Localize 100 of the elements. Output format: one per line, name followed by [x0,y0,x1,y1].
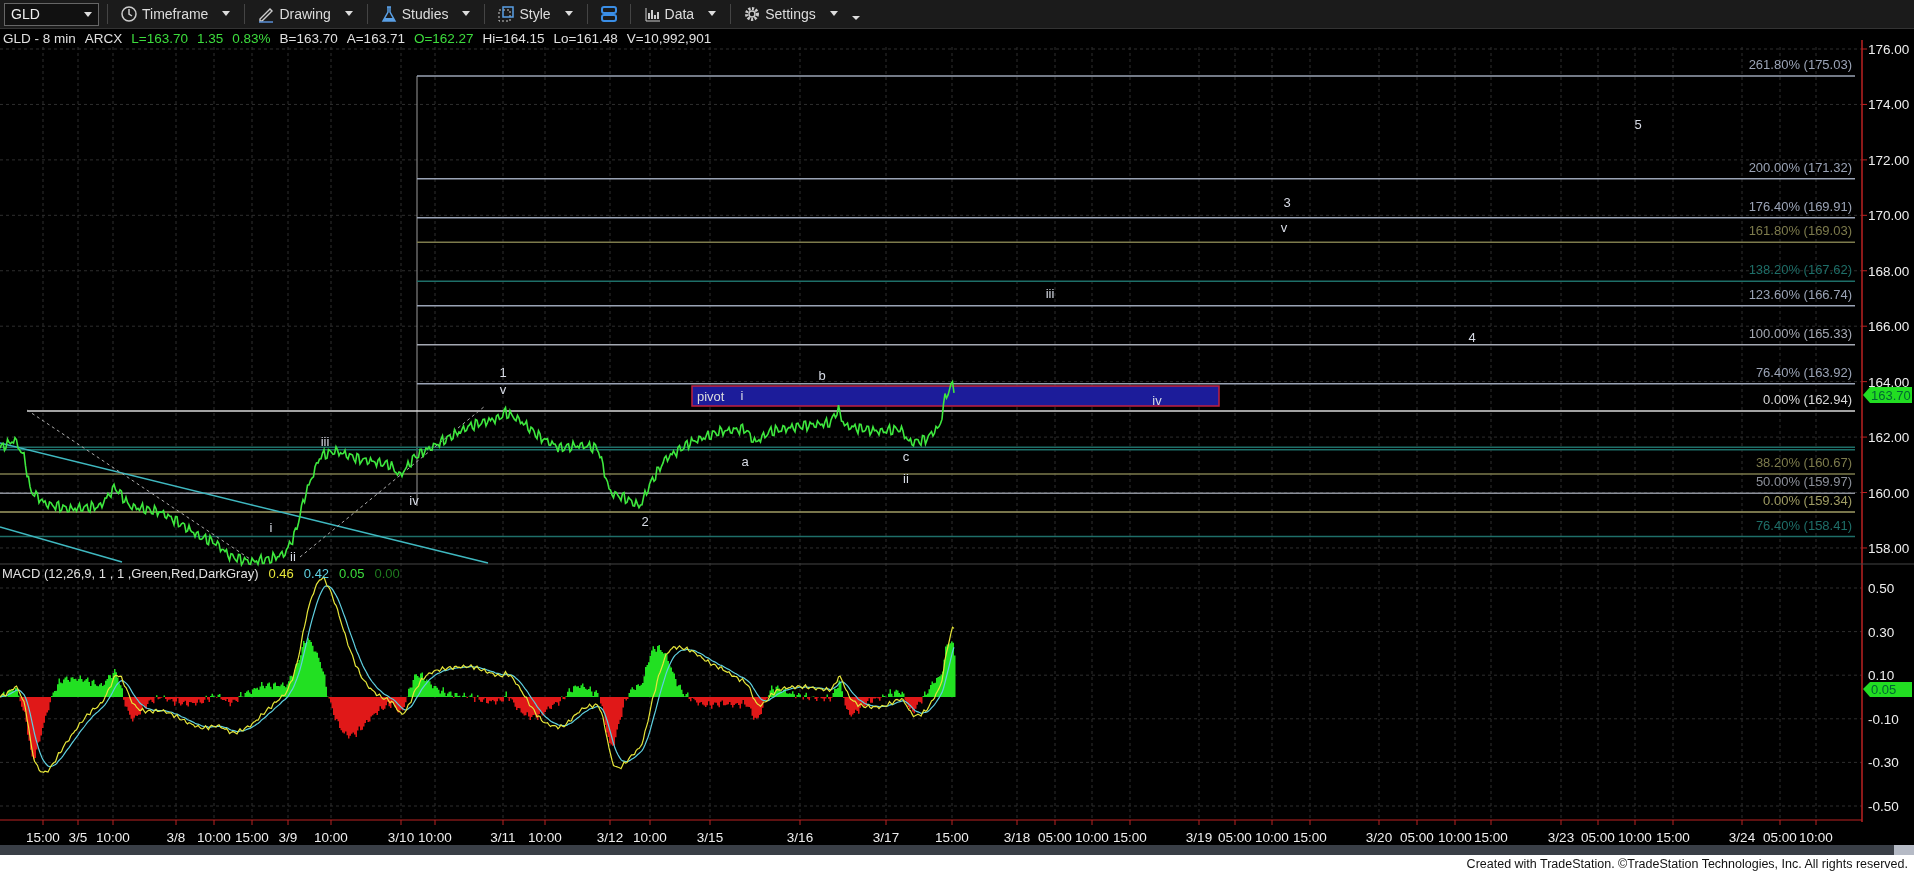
time-axis-label: 05:00 [1763,830,1797,845]
last-price-tag: 163.70 [1863,386,1912,403]
macd-axis-label: 0.50 [1868,581,1895,596]
macd-value: 0.42 [303,566,330,581]
time-axis-label: 05:00 [1038,830,1072,845]
macd-axis-label: -0.30 [1868,755,1899,771]
last-macd-tag: 0.05 [1863,682,1912,698]
time-axis-label: 10:00 [1438,830,1472,845]
time-axis-label: 3/15 [696,830,724,845]
time-axis-label: 3/16 [786,830,814,845]
quote-field: GLD - 8 min [3,31,76,46]
quote-field: B=163.70 [279,31,338,46]
wave-label: 3 [1283,195,1291,210]
time-axis-label: 15:00 [935,830,969,845]
caret-icon [84,11,92,17]
time-axis-label: 10:00 [197,830,231,845]
time-axis-label: 10:00 [314,830,348,845]
symbol-dropdown[interactable]: GLD [4,2,99,26]
fib-level-label: 50.00% (159.97) [1755,474,1852,490]
time-axis-label: 10:00 [1799,830,1833,845]
fib-level-label: 176.40% (169.91) [1748,198,1852,214]
time-axis-label: 3/10 [387,830,415,845]
price-axis-label: 170.00 [1868,208,1910,224]
caret-icon [562,11,575,17]
wave-label: c [902,449,910,464]
time-axis-label: 05:00 [1218,830,1252,845]
macd-study-title: MACD (12,26,9, 1 , 1 ,Green,Red,DarkGray) [2,566,259,581]
toolbar-menu-button[interactable]: Data [638,1,723,27]
time-axis-label: 3/5 [68,830,88,845]
caret-icon [342,11,355,17]
quote-field: 1.35 [197,31,224,46]
wave-label: v [499,382,507,397]
fib-level-label: 200.00% (171.32) [1748,159,1852,175]
toolbar-menu-button[interactable]: Style [493,1,579,27]
wave-label: 2 [641,514,649,529]
wave-label: b [818,368,826,383]
wave-label: iv [409,493,419,508]
fib-level-label: 76.40% (158.41) [1755,517,1852,533]
toolbar-menu-button[interactable]: Studies [375,1,477,27]
quote-field: L=163.70 [131,31,188,46]
time-axis-label: 15:00 [1474,830,1508,845]
time-axis-label: 3/18 [1003,830,1031,845]
price-axis-label: 168.00 [1868,263,1910,279]
fib-level-label: 0.00% (159.34) [1763,492,1852,508]
wave-label: iv [1152,393,1162,408]
price-axis-label: 160.00 [1868,485,1910,501]
wave-label: ii [290,549,296,564]
time-axis-label: 15:00 [26,830,60,845]
macd-axis-label: -0.50 [1868,799,1899,814]
time-axis-label: 3/20 [1365,830,1393,845]
toolbar-menu-button[interactable]: Timeframe [116,1,237,27]
caret-icon [220,11,233,17]
time-axis-label: 10:00 [1075,830,1109,845]
time-axis-label: 3/23 [1547,830,1575,845]
toolbar-menu-button[interactable]: Drawing [253,1,359,27]
time-axis-label: 3/12 [596,830,624,845]
time-axis-label: 15:00 [1293,830,1327,845]
gear-icon [743,5,762,23]
fib-level-label: 261.80% (175.03) [1748,56,1852,72]
time-axis-label: 05:00 [1581,830,1615,845]
macd-value: 0.05 [339,566,365,581]
fib-level-label: 76.40% (163.92) [1755,364,1852,380]
pivot-label: pivot [697,389,725,404]
time-axis-label: 10:00 [418,830,452,845]
time-axis-label: 15:00 [1656,830,1690,845]
time-axis-label: 3/17 [872,830,900,845]
toolbar-menu-button[interactable]: Settings [739,1,844,27]
macd-axis-label: 0.10 [1868,668,1895,684]
layout-icon [599,5,618,23]
caret-icon [460,11,473,17]
wave-label: i [269,520,273,535]
wave-label: v [1280,220,1288,235]
time-axis-label: 10:00 [633,830,667,845]
time-axis-label: 10:00 [96,830,130,845]
time-axis-label: 10:00 [528,830,562,845]
macd-axis-label: -0.10 [1868,711,1899,727]
price-axis-label: 176.00 [1868,42,1910,57]
quote-field: ARCX [84,31,123,46]
price-axis-label: 172.00 [1868,152,1910,168]
price-axis-label: 158.00 [1868,540,1910,556]
macd-value: 0.00 [374,566,400,581]
time-axis-label: 3/24 [1728,830,1756,845]
price-axis-label: 174.00 [1868,97,1910,113]
caret-icon [827,11,840,17]
fib-level-label: 100.00% (165.33) [1748,325,1852,341]
time-axis-label: 10:00 [1255,830,1289,845]
fib-level-label: 138.20% (167.62) [1748,262,1852,278]
time-axis-label: 3/9 [278,830,298,845]
wave-label: 4 [1468,330,1476,345]
time-axis-label: 3/11 [490,830,516,845]
wave-label: 1 [499,365,507,380]
quote-field: V=10,992,901 [626,31,712,46]
macd-axis-label: 0.30 [1868,624,1895,640]
copyright-notice: Created with TradeStation. ©TradeStation Technologies, Inc. All rights reserved. [0,855,1914,873]
bar-chart-icon [642,5,661,23]
scrollbar-thumb[interactable] [1894,845,1914,855]
wave-label: a [741,454,749,469]
time-axis-label: 15:00 [1113,830,1147,845]
wave-label: 5 [1634,117,1642,132]
quote-field: 0.83% [232,31,271,46]
